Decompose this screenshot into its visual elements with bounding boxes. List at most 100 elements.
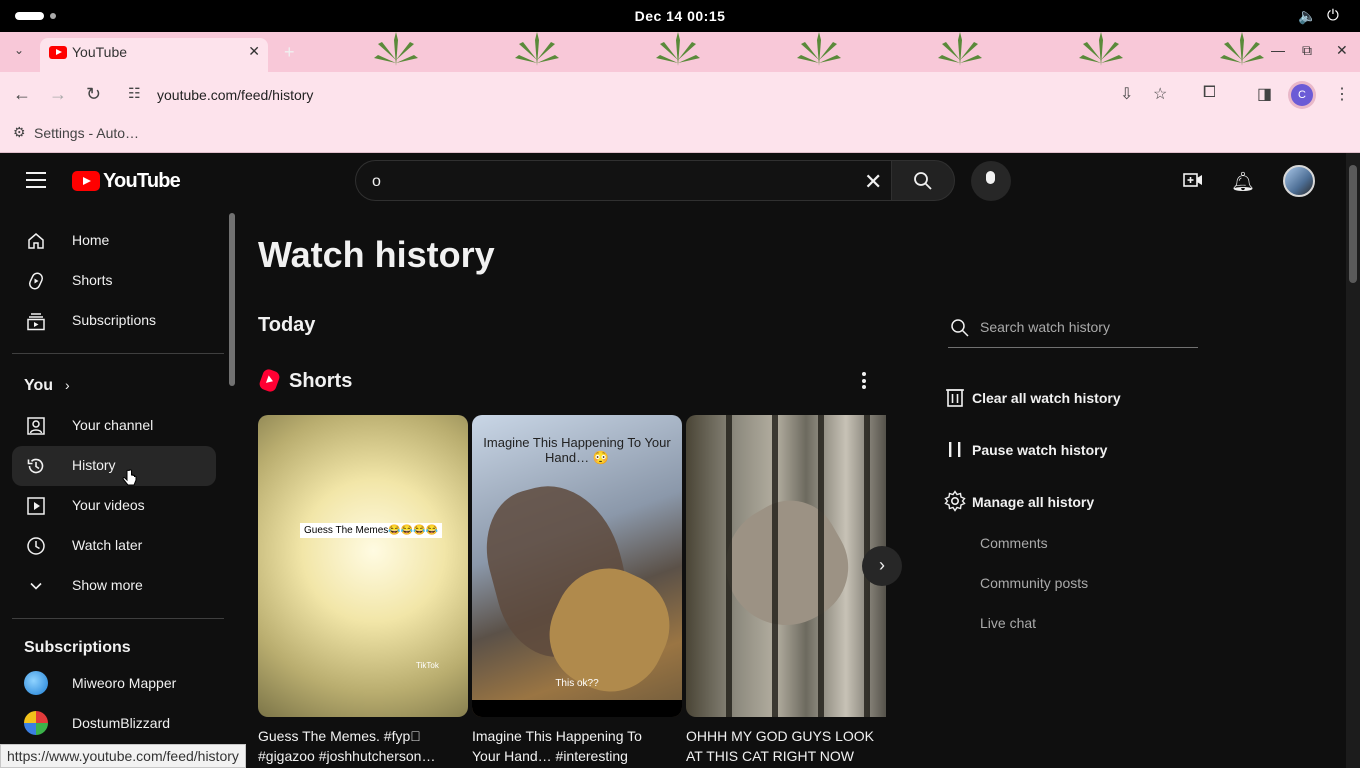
search-history-input[interactable]: Search watch history — [948, 310, 1198, 348]
back-icon[interactable]: ← — [13, 84, 31, 105]
pause-history-label: Pause watch history — [972, 442, 1108, 458]
link-status-bubble: https://www.youtube.com/feed/history — [0, 744, 246, 768]
new-tab-icon[interactable]: + — [284, 42, 295, 63]
sidebar-item-label: Subscriptions — [72, 312, 157, 328]
leaf-theme-icon — [797, 32, 841, 66]
shelf-next-button[interactable]: › — [862, 546, 902, 586]
leaf-theme-icon — [515, 32, 559, 66]
home-icon — [28, 233, 44, 249]
thumbnail-overlay-text: Guess The Memes😂😂😂😂 — [300, 523, 443, 538]
sidebar-item-history[interactable]: History — [12, 446, 216, 486]
sidebar-divider — [12, 353, 224, 354]
thumbnail-subtitle: This ok?? — [555, 678, 599, 689]
history-icon — [27, 458, 44, 474]
window-bars-image — [686, 415, 886, 717]
minimize-icon[interactable]: — — [1271, 42, 1285, 58]
clear-search-icon[interactable]: ✕ — [864, 169, 882, 195]
shorts-icon — [28, 272, 44, 290]
search-history-placeholder[interactable]: Search watch history — [980, 319, 1110, 335]
subscription-channel[interactable]: DostumBlizzard — [24, 707, 224, 739]
sidebar-item-subscriptions[interactable]: Subscriptions — [12, 301, 216, 341]
forward-icon[interactable]: → — [49, 84, 67, 105]
page-scrollbar[interactable] — [1346, 153, 1360, 768]
site-info-icon[interactable]: ☷ — [128, 85, 141, 102]
section-heading: Today — [258, 314, 316, 336]
history-community-posts-link[interactable]: Community posts — [980, 575, 1088, 591]
gear-icon: ⚙ — [13, 124, 26, 140]
search-button[interactable] — [891, 160, 955, 201]
restore-icon[interactable]: ⧉ — [1302, 42, 1312, 59]
sidebar-you-header[interactable]: You › — [24, 377, 70, 395]
subscriptions-header[interactable]: Subscriptions — [24, 639, 131, 657]
channel-avatar — [24, 671, 48, 695]
bookmark-settings[interactable]: Settings - Auto… — [34, 125, 139, 141]
youtube-logo-text[interactable]: YouTube — [103, 170, 181, 193]
manage-history-button[interactable]: Manage all history — [944, 490, 1104, 514]
microphone-icon[interactable] — [986, 171, 995, 184]
system-clock[interactable]: Dec 14 00:15 — [0, 8, 1360, 24]
reload-icon[interactable]: ↻ — [86, 84, 101, 105]
hamburger-menu-icon[interactable] — [26, 172, 46, 188]
sidebar-item-label: Your videos — [72, 497, 145, 513]
chevron-right-icon: › — [879, 555, 885, 575]
leaf-theme-icon — [1079, 32, 1123, 66]
profile-avatar[interactable]: C — [1291, 84, 1313, 106]
sidebar-item-label: Shorts — [72, 272, 113, 288]
subscription-channel[interactable]: Miweoro Mapper — [24, 667, 224, 699]
omnibox[interactable]: ☷ youtube.com/feed/history — [120, 80, 1100, 110]
short-title[interactable]: OHHH MY GOD GUYS LOOK AT THIS CAT RIGHT … — [686, 726, 886, 766]
pause-history-button[interactable]: Pause watch history — [944, 438, 1114, 462]
volume-icon[interactable]: 🔈 — [1298, 7, 1317, 25]
sidebar-item-home[interactable]: Home — [12, 221, 216, 261]
youtube-logo-icon[interactable] — [72, 171, 100, 191]
sidebar-item-your-channel[interactable]: Your channel — [12, 406, 216, 446]
sidebar-item-your-videos[interactable]: Your videos — [12, 486, 216, 526]
more-actions-icon[interactable] — [862, 372, 866, 392]
channel-name: DostumBlizzard — [72, 715, 171, 731]
sidebar-item-label: Home — [72, 232, 110, 248]
clock-icon — [27, 537, 45, 555]
short-thumbnail[interactable]: Imagine This Happening To Your Hand… 😳 T… — [472, 415, 682, 717]
history-comments-link[interactable]: Comments — [980, 535, 1048, 551]
short-thumbnail[interactable]: Guess The Memes😂😂😂😂 TikTok — [258, 415, 468, 717]
tab-search-chevron-icon[interactable]: ⌄ — [14, 43, 24, 57]
side-panel-icon[interactable]: ◨ — [1257, 84, 1272, 104]
short-thumbnail[interactable] — [686, 415, 886, 717]
sidebar-item-show-more[interactable]: Show more — [12, 566, 216, 606]
account-avatar[interactable] — [1283, 165, 1315, 197]
chevron-right-icon: › — [65, 377, 70, 393]
search-input[interactable]: o ✕ — [355, 160, 891, 201]
short-title[interactable]: Guess The Memes. #fyp  #gigazoo #joshhut… — [258, 726, 468, 766]
extensions-icon[interactable]: ⧠ — [1203, 84, 1216, 102]
search-icon — [914, 172, 932, 190]
sidebar-item-shorts[interactable]: Shorts — [12, 261, 216, 301]
close-window-icon[interactable]: ✕ — [1336, 42, 1348, 59]
browser-menu-icon[interactable]: ⋮ — [1334, 84, 1350, 104]
short-title[interactable]: Imagine This Happening To Your Hand… #in… — [472, 726, 672, 766]
power-icon[interactable]: ⏻ — [1327, 7, 1339, 24]
scrollbar-thumb[interactable] — [1349, 165, 1357, 283]
gear-icon — [944, 490, 966, 512]
thumbnail-overlay-text: Imagine This Happening To Your Hand… 😳 — [483, 435, 671, 465]
close-tab-icon[interactable]: ✕ — [248, 43, 260, 60]
notifications-bell-icon[interactable]: 🔔︎ — [1231, 170, 1255, 194]
clear-history-button[interactable]: Clear all watch history — [944, 386, 1134, 410]
tab-youtube[interactable]: YouTube ✕ — [40, 38, 268, 72]
bookmark-star-icon[interactable]: ☆ — [1153, 84, 1167, 104]
url-text[interactable]: youtube.com/feed/history — [157, 87, 313, 103]
sidebar-scrollbar[interactable] — [229, 213, 235, 386]
leaf-theme-icon — [374, 32, 418, 66]
youtube-favicon-icon — [49, 46, 67, 59]
system-bar: Dec 14 00:15 🔈 ⏻ — [0, 0, 1360, 32]
sidebar-item-watch-later[interactable]: Watch later — [12, 526, 216, 566]
manage-history-label: Manage all history — [972, 494, 1095, 510]
leaf-theme-icon — [656, 32, 700, 66]
history-live-chat-link[interactable]: Live chat — [980, 615, 1036, 631]
you-label: You — [24, 377, 54, 394]
search-query[interactable]: o — [372, 173, 381, 191]
create-video-icon[interactable] — [1183, 171, 1203, 189]
person-icon — [27, 417, 45, 435]
sidebar-divider — [12, 618, 224, 619]
install-app-icon[interactable]: ⇩ — [1120, 84, 1133, 104]
sidebar-item-label: History — [72, 457, 116, 473]
